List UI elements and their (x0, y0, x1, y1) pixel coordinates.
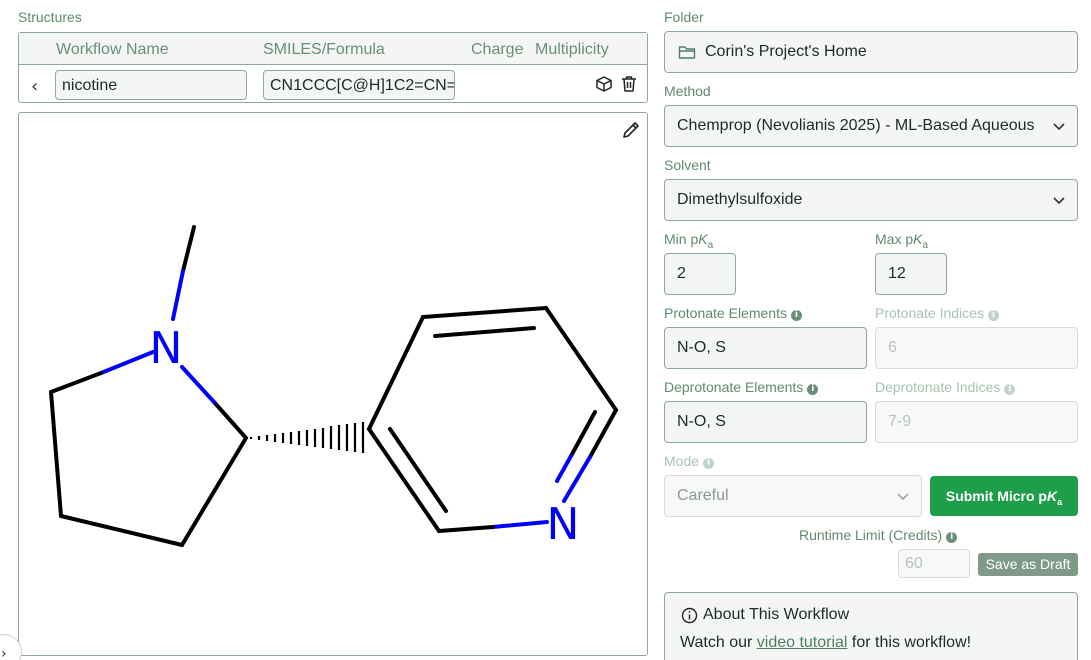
folder-field[interactable]: Corin's Project's Home (664, 31, 1078, 73)
cube-icon[interactable] (595, 75, 613, 93)
about-text: Watch our video tutorial for this workfl… (680, 634, 972, 651)
info-icon[interactable]: i (807, 384, 819, 395)
min-pka-input[interactable]: 2 (664, 253, 736, 295)
mode-label: Mode i (664, 453, 715, 469)
about-title: About This Workflow (703, 606, 850, 623)
mode-value: Careful (677, 487, 729, 504)
structures-table: Workflow Name SMILES/Formula Charge Mult… (18, 32, 648, 103)
chevron-left-icon[interactable]: ‹ (31, 76, 38, 97)
trash-icon[interactable] (620, 75, 638, 93)
chevron-down-icon (1053, 197, 1065, 205)
solvent-select[interactable]: Dimethylsulfoxide (664, 179, 1078, 221)
atom-label-n2: N (547, 499, 580, 550)
info-icon[interactable]: i (703, 458, 715, 469)
method-value: Chemprop (Nevolianis 2025) - ML-Based Aq… (677, 117, 1035, 134)
info-icon[interactable]: i (1004, 384, 1016, 395)
runtime-input: 60 (898, 549, 970, 578)
atom-label-n1: N (150, 323, 183, 374)
protonate-indices-label: Protonate Indices i (875, 305, 999, 321)
table-header: Workflow Name SMILES/Formula Charge Mult… (19, 33, 647, 65)
chevron-down-icon (1053, 123, 1065, 131)
smiles-input[interactable]: CN1CCC[C@H]1C2=CN=CC=C2 (263, 70, 455, 100)
protonate-elements-label: Protonate Elements i (664, 305, 802, 321)
solvent-value: Dimethylsulfoxide (677, 191, 803, 208)
info-icon[interactable]: i (790, 310, 802, 321)
info-icon[interactable]: i (987, 310, 999, 321)
molecule-structure: N N (49, 225, 618, 550)
min-pka-label: Min pKa (664, 231, 714, 251)
workflow-name-input[interactable]: nicotine (55, 70, 247, 100)
protonate-indices-input: 6 (875, 327, 1078, 369)
save-draft-button[interactable]: Save as Draft (978, 553, 1078, 576)
deprotonate-indices-label: Deprotonate Indices i (875, 379, 1016, 395)
info-circle-icon (681, 607, 698, 624)
col-workflow-name: Workflow Name (56, 41, 169, 58)
folder-label: Folder (664, 9, 704, 25)
chevron-right-icon: › (1, 646, 7, 660)
protonate-elements-input[interactable]: N-O, S (664, 327, 867, 369)
solvent-label: Solvent (664, 157, 711, 173)
chevron-down-icon (897, 493, 909, 501)
deprotonate-elements-input[interactable]: N-O, S (664, 401, 867, 443)
molecule-canvas[interactable]: N N (18, 112, 648, 656)
col-multiplicity: Multiplicity (535, 41, 609, 58)
deprotonate-elements-label: Deprotonate Elements i (664, 379, 819, 395)
folder-icon (678, 46, 696, 59)
col-smiles: SMILES/Formula (263, 41, 385, 58)
about-panel: About This Workflow Watch our video tuto… (664, 592, 1078, 660)
runtime-label: Runtime Limit (Credits) i (799, 527, 958, 543)
submit-micro-pka-button[interactable]: Submit Micro pKa (930, 476, 1078, 516)
col-charge: Charge (471, 41, 524, 58)
method-select[interactable]: Chemprop (Nevolianis 2025) - ML-Based Aq… (664, 105, 1078, 147)
deprotonate-indices-input: 7-9 (875, 401, 1078, 443)
method-label: Method (664, 83, 711, 99)
info-icon[interactable]: i (946, 532, 958, 543)
mode-select: Careful (664, 475, 922, 517)
max-pka-label: Max pKa (875, 231, 929, 251)
folder-value: Corin's Project's Home (705, 43, 867, 60)
structures-label: Structures (18, 9, 82, 25)
max-pka-input[interactable]: 12 (875, 253, 947, 295)
video-tutorial-link[interactable]: video tutorial (757, 634, 848, 651)
